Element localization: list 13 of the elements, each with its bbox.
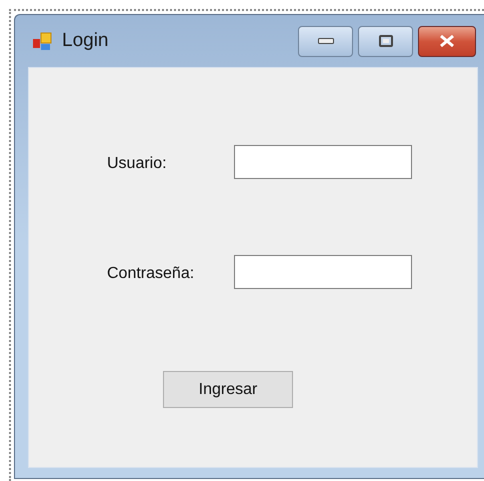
maximize-icon xyxy=(378,35,392,47)
text-field[interactable] xyxy=(234,145,412,179)
close-icon xyxy=(439,35,455,47)
minimize-button[interactable] xyxy=(298,26,353,56)
maximize-button[interactable] xyxy=(358,26,413,56)
field-label: Usuario: xyxy=(107,154,168,174)
window-title: Login xyxy=(62,28,108,53)
close-button[interactable] xyxy=(418,26,476,56)
submit-button[interactable]: Ingresar xyxy=(163,371,293,408)
app-icon xyxy=(32,31,54,51)
text-field[interactable] xyxy=(234,255,412,289)
minimize-icon xyxy=(318,38,334,44)
field-label: Contraseña: xyxy=(107,264,196,284)
